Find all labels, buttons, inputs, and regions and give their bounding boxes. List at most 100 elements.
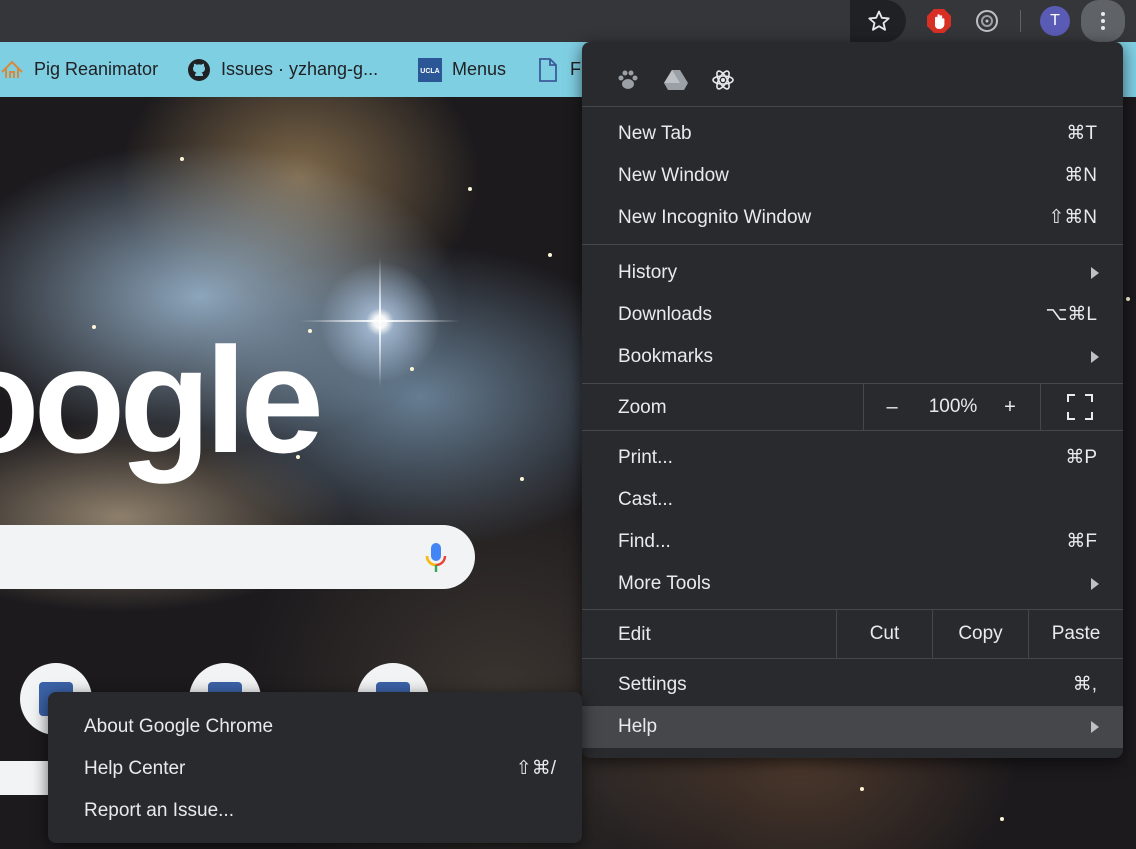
menu-item-print[interactable]: Print... ⌘P (582, 437, 1123, 479)
bookmark-menus[interactable]: UCLA Menus (418, 42, 506, 97)
menu-item-settings[interactable]: Settings ⌘, (582, 664, 1123, 706)
google-logo: oogle (0, 316, 324, 484)
menu-item-find[interactable]: Find... ⌘F (582, 521, 1123, 563)
bookmark-label: Menus (452, 59, 507, 79)
menu-item-new-incognito-window[interactable]: New Incognito Window ⇧⌘N (582, 197, 1123, 239)
zoom-out-button[interactable]: – (872, 384, 912, 430)
menu-item-label: New Incognito Window (618, 207, 812, 228)
bookmark-github-issues[interactable]: Issues · yzhang-g... (187, 42, 378, 97)
menu-item-label: Downloads (618, 304, 712, 325)
menu-item-label: New Window (618, 165, 729, 186)
zoom-divider (863, 384, 864, 431)
menu-item-label: Find... (618, 531, 671, 552)
pig-reanimator-icon (0, 58, 24, 82)
submenu-item-label: Report an Issue... (84, 800, 234, 821)
search-input[interactable] (0, 525, 475, 589)
bookmark-label: Issues · yzhang-g... (221, 59, 379, 79)
star (468, 187, 472, 191)
bookmark-label: Pig Reanimator (34, 59, 159, 79)
submenu-item-label: About Google Chrome (84, 716, 274, 737)
submenu-item-report-issue[interactable]: Report an Issue... (48, 790, 582, 832)
ucla-icon-text: UCLA (420, 68, 439, 75)
menu-divider (582, 658, 1123, 659)
star (860, 787, 864, 791)
menu-item-label: Bookmarks (618, 346, 714, 367)
star (520, 477, 524, 481)
menu-item-label: Print... (618, 447, 673, 468)
menu-divider (582, 430, 1123, 431)
drive-icon[interactable] (664, 68, 688, 92)
star (180, 157, 184, 161)
submenu-item-label: Help Center (84, 758, 186, 779)
paw-icon[interactable] (616, 68, 640, 92)
submenu-arrow-icon (1091, 721, 1099, 733)
ucla-icon: UCLA (418, 57, 442, 82)
chrome-main-menu: New Tab ⌘T New Window ⌘N New Incognito W… (582, 42, 1123, 758)
star (410, 367, 414, 371)
menu-item-label: New Tab (618, 123, 692, 144)
zoom-in-button[interactable]: + (990, 384, 1030, 430)
zoom-divider (1040, 384, 1041, 431)
adblock-extension-icon[interactable] (926, 8, 952, 34)
menu-divider (582, 106, 1123, 107)
submenu-arrow-icon (1091, 578, 1099, 590)
menu-item-new-tab[interactable]: New Tab ⌘T (582, 113, 1123, 155)
menu-item-label: Settings (618, 674, 687, 695)
star (548, 253, 552, 257)
menu-item-cast[interactable]: Cast... (582, 479, 1123, 521)
menu-edit-row: Edit Cut Copy Paste (582, 610, 1123, 658)
menu-item-shortcut: ⌘F (1066, 531, 1097, 552)
fullscreen-icon[interactable] (1067, 394, 1093, 420)
zoom-label: Zoom (618, 397, 667, 418)
bookmark-document[interactable]: F (536, 42, 581, 97)
extension-ring-icon[interactable] (974, 8, 1000, 34)
menu-item-bookmarks[interactable]: Bookmarks (582, 336, 1123, 378)
menu-extensions-row (582, 42, 1123, 106)
bookmark-label: F (570, 59, 581, 79)
menu-item-downloads[interactable]: Downloads ⌥⌘L (582, 294, 1123, 336)
menu-divider (582, 244, 1123, 245)
github-icon (187, 58, 211, 82)
chrome-menu-button[interactable] (1081, 0, 1125, 42)
menu-zoom-row: Zoom – 100% + (582, 384, 1123, 431)
menu-item-history[interactable]: History (582, 252, 1123, 294)
submenu-item-help-center[interactable]: Help Center ⇧⌘/ (48, 748, 582, 790)
voice-search-mic-icon[interactable] (424, 542, 448, 574)
menu-item-help[interactable]: Help (582, 706, 1123, 748)
react-icon[interactable] (711, 68, 735, 92)
toolbar-divider (1020, 10, 1021, 32)
cut-button[interactable]: Cut (837, 610, 932, 658)
menu-item-shortcut: ⌘N (1064, 165, 1097, 186)
menu-item-more-tools[interactable]: More Tools (582, 563, 1123, 605)
menu-item-label: More Tools (618, 573, 711, 594)
star-flare (379, 257, 381, 387)
star (1000, 817, 1004, 821)
edit-label: Edit (618, 624, 651, 645)
dot (1101, 26, 1105, 30)
menu-item-shortcut: ⌘T (1066, 123, 1097, 144)
menu-item-label: Help (618, 716, 658, 737)
menu-item-new-window[interactable]: New Window ⌘N (582, 155, 1123, 197)
menu-item-label: Cast... (618, 489, 673, 510)
document-icon (536, 57, 560, 82)
star (1126, 297, 1130, 301)
menu-item-label: History (618, 262, 678, 283)
menu-item-shortcut: ⇧⌘N (1048, 207, 1097, 228)
bookmark-pig-reanimator[interactable]: Pig Reanimator (0, 42, 158, 97)
help-submenu: About Google Chrome Help Center ⇧⌘/ Repo… (48, 692, 582, 843)
submenu-arrow-icon (1091, 351, 1099, 363)
submenu-arrow-icon (1091, 267, 1099, 279)
browser-toolbar: T (0, 0, 1136, 42)
submenu-item-shortcut: ⇧⌘/ (515, 758, 556, 779)
menu-item-shortcut: ⌘, (1072, 674, 1097, 695)
paste-button[interactable]: Paste (1029, 610, 1123, 658)
menu-item-shortcut: ⌘P (1065, 447, 1097, 468)
dot (1101, 19, 1105, 23)
copy-button[interactable]: Copy (933, 610, 1028, 658)
submenu-item-about-chrome[interactable]: About Google Chrome (48, 706, 582, 748)
menu-item-shortcut: ⌥⌘L (1045, 304, 1097, 325)
profile-avatar[interactable]: T (1040, 6, 1070, 36)
zoom-level: 100% (928, 396, 978, 417)
bookmark-star-icon[interactable] (866, 8, 892, 34)
dot (1101, 12, 1105, 16)
